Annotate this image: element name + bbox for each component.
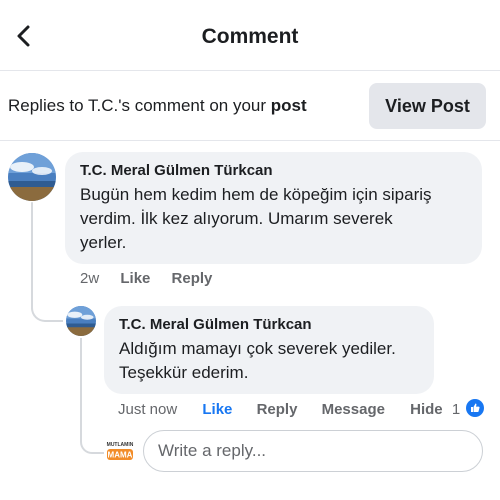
comment-like-button[interactable]: Like <box>120 270 150 287</box>
thread-line-vertical <box>31 202 33 310</box>
avatar-landscape-icon <box>8 153 56 201</box>
reply-actions: Just now Like Reply Message Hide 1 <box>118 399 485 418</box>
reply-avatar[interactable] <box>66 306 96 336</box>
context-text: Replies to T.C.'s comment on your post <box>8 96 307 116</box>
reply-reply-button[interactable]: Reply <box>257 401 298 418</box>
reply-input[interactable] <box>143 430 483 472</box>
page-title: Comment <box>201 25 299 48</box>
context-text-prefix: Replies to T.C.'s comment on your <box>8 96 271 115</box>
like-reaction-icon[interactable] <box>466 399 485 417</box>
comment-reply-button[interactable]: Reply <box>172 270 213 287</box>
thread-line-curve-reply <box>80 430 104 454</box>
page-logo: MUTLAMIN MAMA <box>104 438 136 466</box>
comment-text-line-1: Bugün hem kedim hem de köpeğim için sipa… <box>80 185 432 204</box>
avatar-landscape-icon <box>66 306 96 336</box>
reply-message-button[interactable]: Message <box>322 401 385 418</box>
reply-bubble: T.C. Meral Gülmen Türkcan Aldığım mamayı… <box>104 306 434 394</box>
reply-text-line-2: Teşekkür ederim. <box>119 363 249 382</box>
avatar[interactable] <box>8 153 56 201</box>
comment-text-line-2: verdim. İlk kez alıyorum. Umarım severek <box>80 209 393 228</box>
logo-text-main: MAMA <box>108 451 133 460</box>
comment-timestamp: 2w <box>80 270 100 287</box>
top-bar: Comment <box>0 0 500 71</box>
logo-text-top: MUTLAMIN <box>107 442 134 448</box>
context-bar: Replies to T.C.'s comment on your post V… <box>0 72 500 141</box>
view-post-button[interactable]: View Post <box>369 83 486 129</box>
thread-line-vertical-reply <box>80 338 82 434</box>
context-text-post: post <box>270 96 307 115</box>
reply-text-line-1: Aldığım mamayı çok severek yediler. <box>119 339 396 358</box>
reply-timestamp: Just now <box>118 401 178 418</box>
comment-author[interactable]: T.C. Meral Gülmen Türkcan <box>80 162 467 179</box>
thread-line-curve <box>31 296 63 322</box>
reaction-count: 1 <box>451 401 461 418</box>
reply-hide-button[interactable]: Hide <box>410 401 443 418</box>
comment-actions: 2w Like Reply <box>80 270 229 287</box>
reply-like-button[interactable]: Like <box>202 401 232 418</box>
reply-author[interactable]: T.C. Meral Gülmen Türkcan <box>119 316 419 333</box>
comment-text-line-3: yerler. <box>80 233 127 252</box>
comment-bubble: T.C. Meral Gülmen Türkcan Bugün hem kedi… <box>65 152 482 264</box>
